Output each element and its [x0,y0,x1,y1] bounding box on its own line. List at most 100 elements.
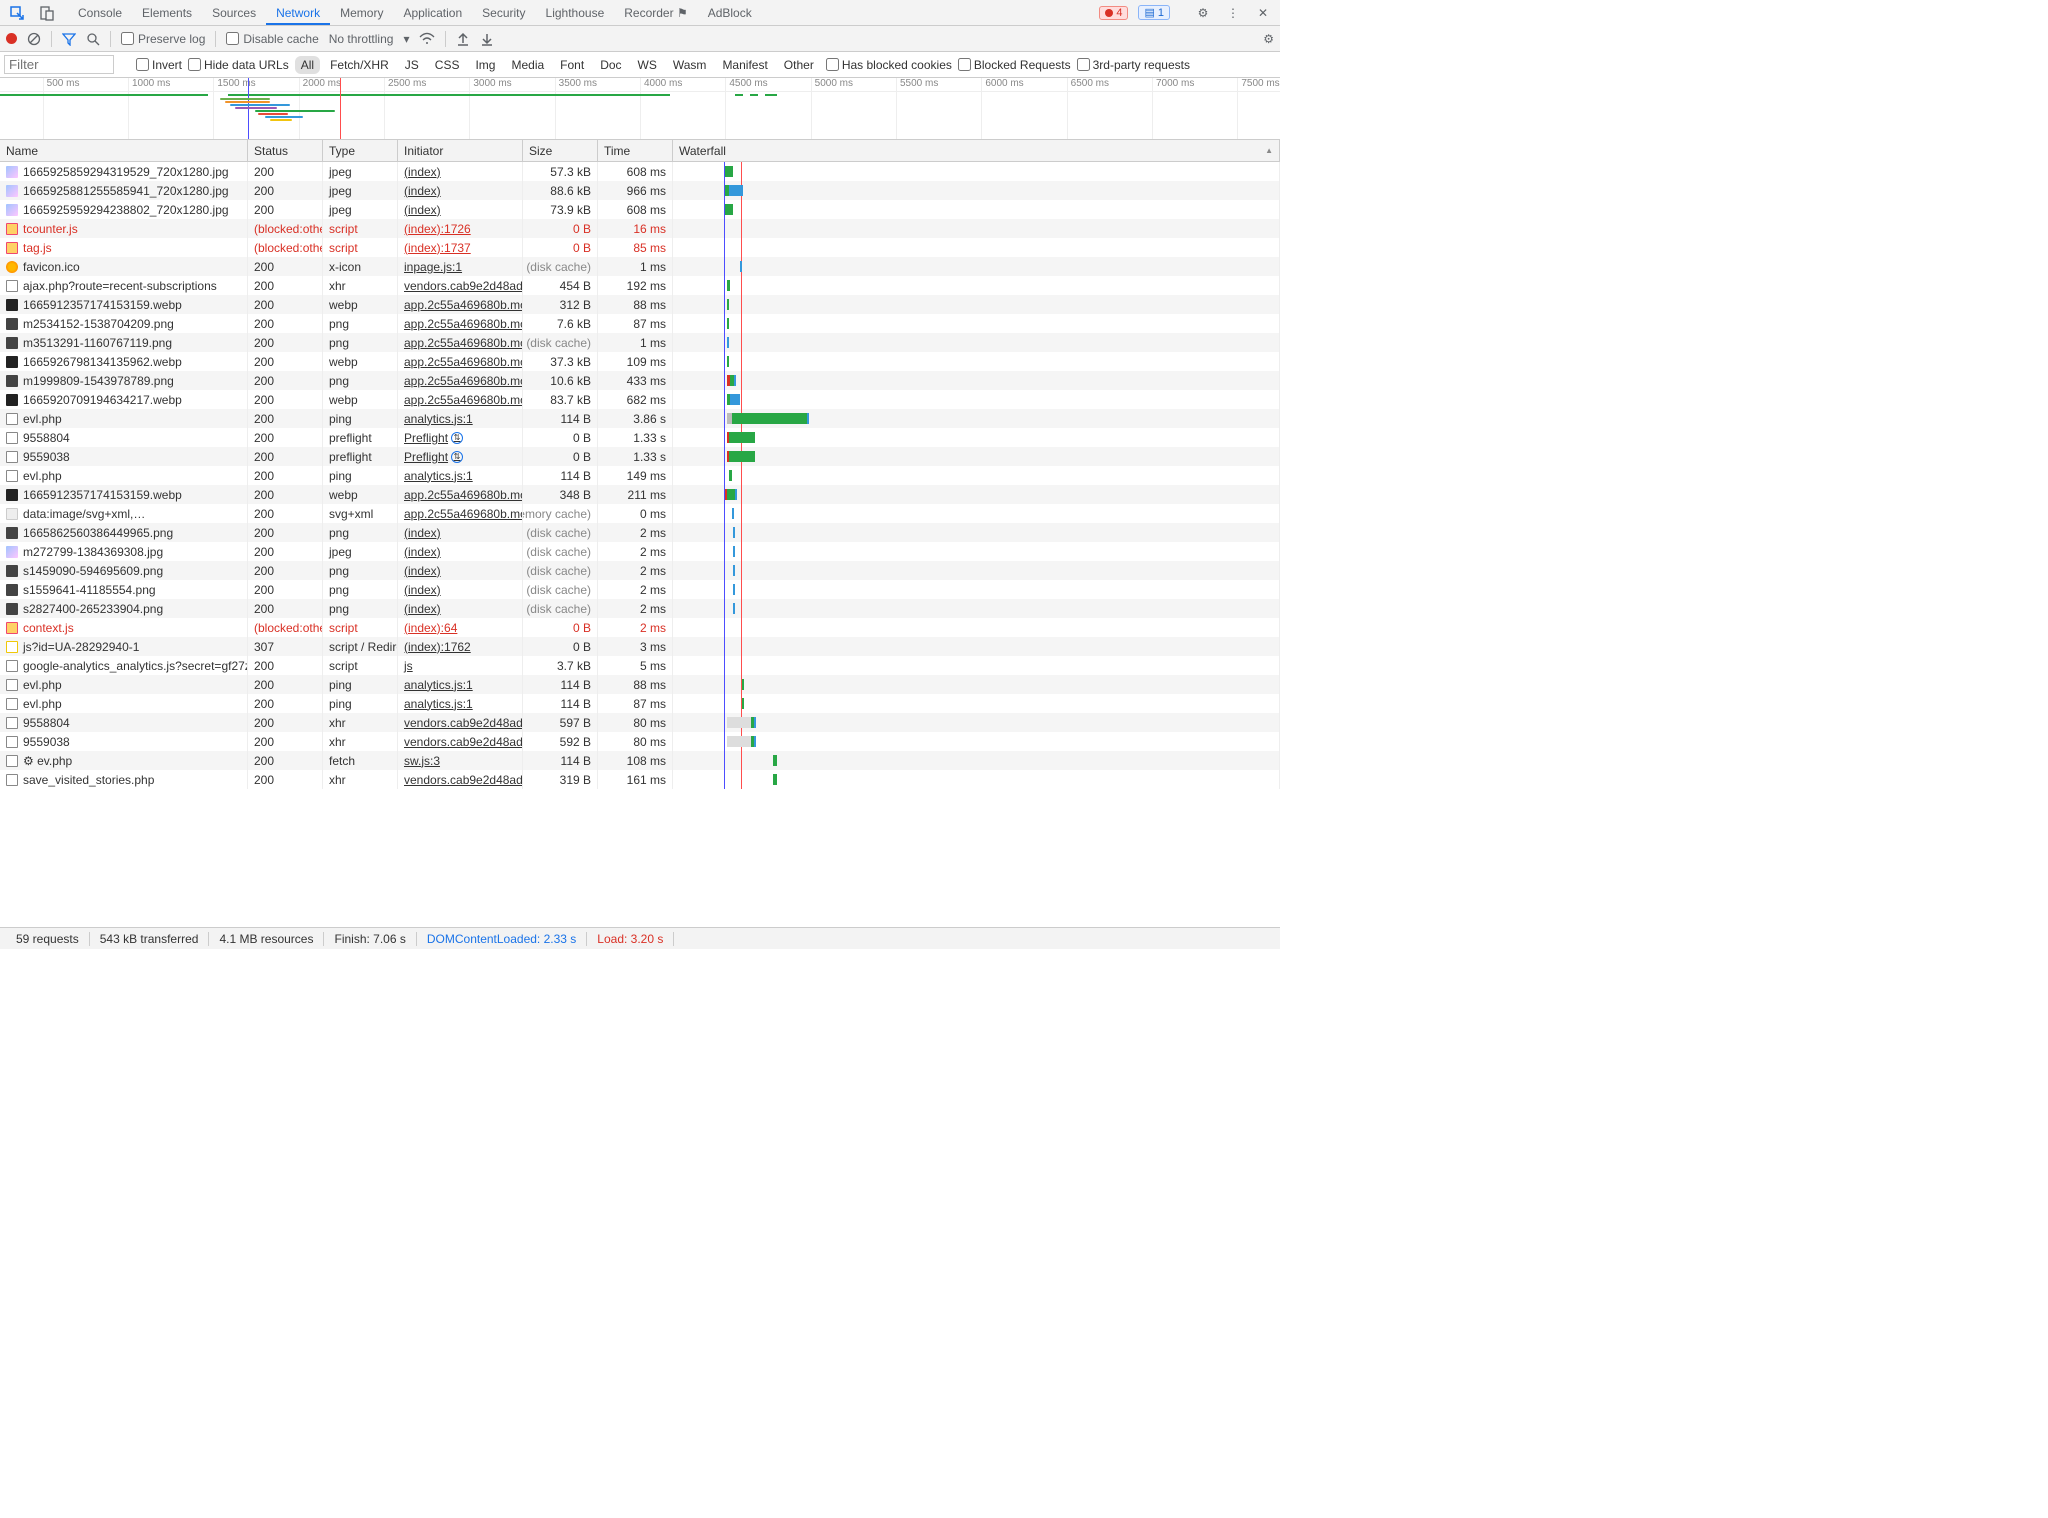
table-row[interactable]: 16659259592942​38802_720x1280.jpg200jpeg… [0,200,1280,219]
tab-network[interactable]: Network [266,1,330,25]
table-row[interactable]: 9559038200xhrvendors.cab9e2d48ad8.mo.js:… [0,732,1280,751]
table-row[interactable]: 9558804200preflightPreflight⇅0 B1.33 s [0,428,1280,447]
table-row[interactable]: s2827400-265233904.png200png(index)(disk… [0,599,1280,618]
filter-type-ws[interactable]: WS [632,56,663,74]
table-row[interactable]: m3513291-1160767119.png200pngapp.2c55a46… [0,333,1280,352]
chevron-down-icon[interactable]: ▾ [403,32,409,46]
filter-type-all[interactable]: All [295,56,320,74]
filter-type-doc[interactable]: Doc [594,56,627,74]
initiator-link[interactable]: (index):1762 [404,640,471,654]
filter-type-font[interactable]: Font [554,56,590,74]
table-row[interactable]: evl.php200pinganalytics.js:1114 B87 ms [0,694,1280,713]
filter-type-wasm[interactable]: Wasm [667,56,713,74]
initiator-link[interactable]: vendors.cab9e2d48ad8.mo.js:2 [404,735,523,749]
table-row[interactable]: favicon.ico200x-iconinpage.js:1(disk cac… [0,257,1280,276]
filter-type-manifest[interactable]: Manifest [716,56,773,74]
tab-console[interactable]: Console [68,1,132,25]
table-row[interactable]: evl.php200pinganalytics.js:1114 B149 ms [0,466,1280,485]
inspect-icon[interactable] [4,5,30,21]
col-size[interactable]: Size [523,140,598,161]
filter-input[interactable] [4,55,114,74]
table-row[interactable]: m2534152-1538704209.png200pngapp.2c55a46… [0,314,1280,333]
initiator-link[interactable]: app.2c55a469680b.mo.js:1 [404,507,523,521]
has-blocked-cookies-checkbox[interactable]: Has blocked cookies [826,58,952,72]
initiator-link[interactable]: (index) [404,165,441,179]
tab-memory[interactable]: Memory [330,1,393,25]
initiator-link[interactable]: vendors.cab9e2d48ad8.mo.js:2 [404,279,523,293]
initiator-link[interactable]: app.2c55a469680b.mo.js:1 [404,298,523,312]
initiator-link[interactable]: sw.js:3 [404,754,440,768]
initiator-link[interactable]: js [404,659,413,673]
initiator-link[interactable]: app.2c55a469680b.mo.js:1 [404,355,523,369]
table-row[interactable]: ajax.php?route=recent-subscriptions200xh… [0,276,1280,295]
initiator-link[interactable]: app.2c55a469680b.mo.js:1 [404,393,523,407]
table-row[interactable]: m272799-1384369308.jpg200jpeg(index)(dis… [0,542,1280,561]
filter-type-img[interactable]: Img [469,56,501,74]
table-row[interactable]: 16659207091946​34217.webp200webpapp.2c55… [0,390,1280,409]
initiator-link[interactable]: (index) [404,203,441,217]
table-row[interactable]: evl.php200pinganalytics.js:1114 B88 ms [0,675,1280,694]
messages-badge[interactable]: ▤1 [1138,5,1170,20]
table-row[interactable]: 9559038200preflightPreflight⇅0 B1.33 s [0,447,1280,466]
table-row[interactable]: s1459090-594695609.png200png(index)(disk… [0,561,1280,580]
disable-cache-checkbox[interactable]: Disable cache [226,32,318,46]
gear-icon[interactable]: ⚙ [1190,6,1216,20]
initiator-link[interactable]: inpage.js:1 [404,260,462,274]
initiator-link[interactable]: app.2c55a469680b.mo.js:1 [404,374,523,388]
table-row[interactable]: 16659123571741​53159.webp200webpapp.2c55… [0,295,1280,314]
initiator-link[interactable]: (index) [404,545,441,559]
initiator-link[interactable]: Preflight [404,450,448,464]
initiator-link[interactable]: (index) [404,526,441,540]
col-time[interactable]: Time [598,140,673,161]
table-row[interactable]: s1559641-41185554.png200png(index)(disk … [0,580,1280,599]
upload-icon[interactable] [456,32,470,46]
errors-badge[interactable]: 4 [1099,6,1128,20]
col-initiator[interactable]: Initiator [398,140,523,161]
filter-type-other[interactable]: Other [778,56,820,74]
initiator-link[interactable]: (index):1726 [404,222,471,236]
throttling-select[interactable]: No throttling [329,32,394,46]
initiator-link[interactable]: app.2c55a469680b.mo.js:1 [404,488,523,502]
gear-icon[interactable]: ⚙ [1263,32,1274,46]
filter-type-js[interactable]: JS [399,56,425,74]
col-status[interactable]: Status [248,140,323,161]
tab-elements[interactable]: Elements [132,1,202,25]
table-row[interactable]: js?id=UA-28292940-1307script / Redirect(… [0,637,1280,656]
table-row[interactable]: 16658625603864​49965.png200png(index)(di… [0,523,1280,542]
initiator-link[interactable]: Preflight [404,431,448,445]
initiator-link[interactable]: (index) [404,564,441,578]
search-icon[interactable] [86,32,100,46]
tab-sources[interactable]: Sources [202,1,266,25]
tab-application[interactable]: Application [393,1,472,25]
initiator-link[interactable]: (index):64 [404,621,457,635]
filter-type-fetchxhr[interactable]: Fetch/XHR [324,56,395,74]
table-row[interactable]: 16659258592943​19529_720x1280.jpg200jpeg… [0,162,1280,181]
initiator-link[interactable]: (index) [404,184,441,198]
table-row[interactable]: 9558804200xhrvendors.cab9e2d48ad8.mo.js:… [0,713,1280,732]
table-row[interactable]: data:image/svg+xml,…200svg+xmlapp.2c55a4… [0,504,1280,523]
initiator-link[interactable]: analytics.js:1 [404,412,473,426]
initiator-link[interactable]: vendors.cab9e2d48ad8.mo.js:2 [404,716,523,730]
record-button[interactable] [6,33,17,44]
download-icon[interactable] [480,32,494,46]
initiator-link[interactable]: (index) [404,583,441,597]
col-type[interactable]: Type [323,140,398,161]
timeline-overview[interactable]: 500 ms1000 ms1500 ms2000 ms2500 ms3000 m… [0,78,1280,140]
table-row[interactable]: 16659123571741​53159.webp200webpapp.2c55… [0,485,1280,504]
hide-data-urls-checkbox[interactable]: Hide data URLs [188,58,289,72]
table-row[interactable]: google-analytics_analytics.js?secret=gf2… [0,656,1280,675]
invert-checkbox[interactable]: Invert [136,58,182,72]
tab-recorder-[interactable]: Recorder ⚑ [614,1,697,25]
initiator-link[interactable]: vendors.cab9e2d48ad8.mo.js:2 [404,773,523,787]
initiator-link[interactable]: (index) [404,602,441,616]
filter-icon[interactable] [62,32,76,46]
tab-adblock[interactable]: AdBlock [698,1,762,25]
initiator-link[interactable]: analytics.js:1 [404,678,473,692]
initiator-link[interactable]: (index):1737 [404,241,471,255]
clear-icon[interactable] [27,32,41,46]
table-row[interactable]: tcounter.js(blocked:other)script(index):… [0,219,1280,238]
kebab-icon[interactable]: ⋮ [1220,6,1246,20]
close-icon[interactable]: ✕ [1250,6,1276,20]
initiator-link[interactable]: app.2c55a469680b.mo.js:1 [404,336,523,350]
initiator-link[interactable]: app.2c55a469680b.mo.js:1 [404,317,523,331]
